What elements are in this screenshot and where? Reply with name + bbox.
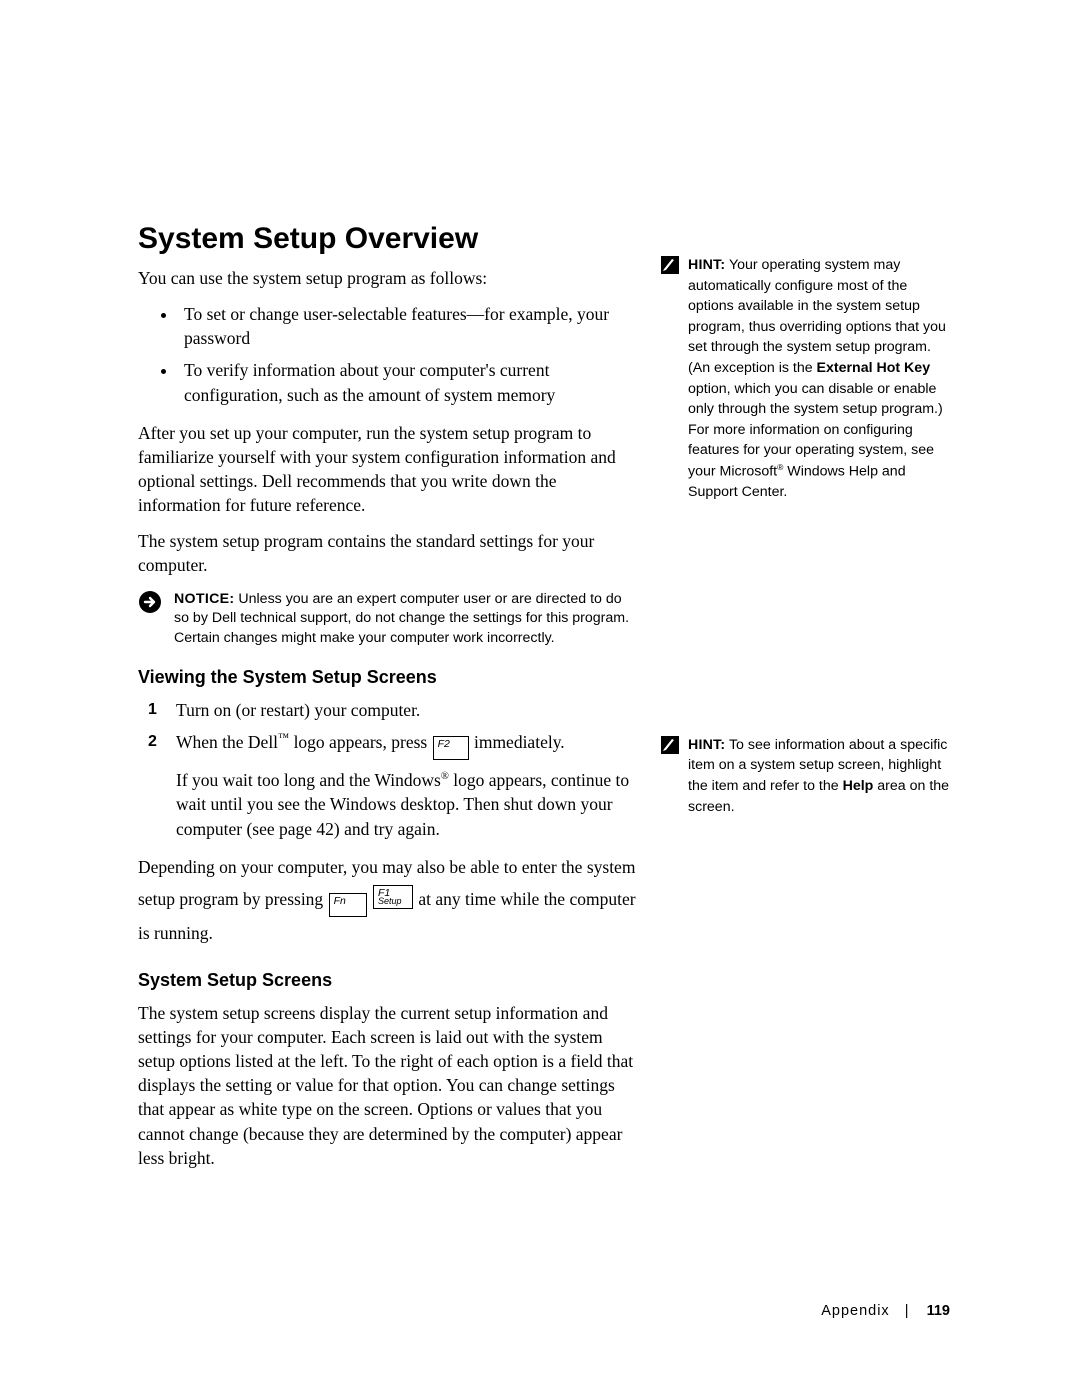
hint1-a: Your operating system may automatically … <box>688 257 946 376</box>
hint-icon <box>660 255 682 282</box>
depending-paragraph: Depending on your computer, you may also… <box>138 851 636 950</box>
page-title: System Setup Overview <box>138 222 636 256</box>
hint2-bold: Help <box>843 778 874 794</box>
step2-sub-a: If you wait too long and the Windows <box>176 770 441 790</box>
intro-paragraph: You can use the system setup program as … <box>138 266 636 290</box>
hint2-text: HINT: To see information about a specifi… <box>688 735 950 817</box>
f1-setup-key-icon: F1Setup <box>373 885 413 909</box>
notice-icon <box>138 590 166 619</box>
list-item: To set or change user-selectable feature… <box>178 302 636 350</box>
notice-body: Unless you are an expert computer user o… <box>174 591 629 647</box>
steps-list: Turn on (or restart) your computer. When… <box>138 698 636 841</box>
hint-icon <box>660 735 682 762</box>
step2-text-a: When the Dell <box>176 732 278 752</box>
hint2-label: HINT: <box>688 737 725 753</box>
page-number: 119 <box>927 1303 950 1319</box>
after-bullets-paragraph: After you set up your computer, run the … <box>138 421 636 518</box>
notice-block: NOTICE: Unless you are an expert compute… <box>138 590 636 650</box>
fn-key-icon: Fn <box>329 893 367 917</box>
hint1-bold: External Hot Key <box>817 360 931 376</box>
hint1-text: HINT: Your operating system may automati… <box>688 255 950 503</box>
registered-symbol: ® <box>441 771 449 782</box>
footer-sep: | <box>905 1303 910 1319</box>
step1-text: Turn on (or restart) your computer. <box>176 700 420 720</box>
step-item: When the Dell™ logo appears, press F2 im… <box>138 730 636 842</box>
page-footer: Appendix | 119 <box>821 1303 950 1319</box>
standard-settings-paragraph: The system setup program contains the st… <box>138 529 636 577</box>
list-item: To verify information about your compute… <box>178 358 636 406</box>
hint1-label: HINT: <box>688 257 725 273</box>
step2-text-b: logo appears, press <box>289 732 431 752</box>
notice-text: NOTICE: Unless you are an expert compute… <box>174 590 636 650</box>
f2-key-icon: F2 <box>433 736 469 760</box>
hint-block-1: HINT: Your operating system may automati… <box>660 255 950 503</box>
screens-heading: System Setup Screens <box>138 970 636 991</box>
hint-block-2: HINT: To see information about a specifi… <box>660 735 950 817</box>
screens-paragraph: The system setup screens display the cur… <box>138 1001 636 1170</box>
step2-text-c: immediately. <box>470 732 565 752</box>
side-column: HINT: Your operating system may automati… <box>660 255 950 845</box>
notice-label: NOTICE: <box>174 591 234 607</box>
step2-sub: If you wait too long and the Windows® lo… <box>176 768 636 842</box>
feature-list: To set or change user-selectable feature… <box>138 302 636 407</box>
step-item: Turn on (or restart) your computer. <box>138 698 636 723</box>
viewing-heading: Viewing the System Setup Screens <box>138 667 636 688</box>
main-column: System Setup Overview You can use the sy… <box>138 222 636 1182</box>
footer-section: Appendix <box>821 1303 889 1319</box>
page: System Setup Overview You can use the sy… <box>0 0 1080 1397</box>
trademark-symbol: ™ <box>278 732 289 744</box>
